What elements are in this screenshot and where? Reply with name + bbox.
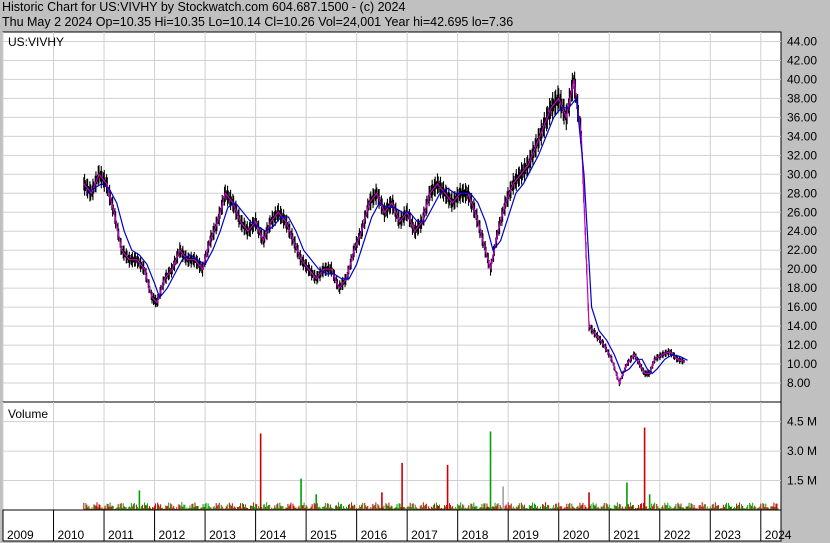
price-y-tick-label: 42.00 [787, 53, 817, 67]
price-y-tick-label: 34.00 [787, 129, 817, 143]
x-tick-label: 2009 [7, 528, 34, 542]
price-y-tick-label: 28.00 [787, 186, 817, 200]
price-y-tick-label: 12.00 [787, 338, 817, 352]
price-panel [2, 31, 782, 403]
volume-y-axis: 4.5 M 3.0 M 1.5 M [787, 415, 817, 488]
x-tick-label: 2015 [310, 528, 337, 542]
x-tick-label: 2022 [664, 528, 691, 542]
price-y-tick-label: 32.00 [787, 148, 817, 162]
x-tick-label: 2012 [159, 528, 186, 542]
price-panel-title: US:VIVHY [8, 35, 64, 49]
price-y-tick-label: 14.00 [787, 319, 817, 333]
x-tick-label: 2010 [58, 528, 85, 542]
x-tick-label: 2014 [260, 528, 287, 542]
price-y-tick-label: 8.00 [787, 376, 811, 390]
price-y-tick-label: 26.00 [787, 205, 817, 219]
x-tick-label: 2024 [765, 528, 792, 542]
price-y-tick-label: 10.00 [787, 357, 817, 371]
x-tick-label: 2019 [512, 528, 539, 542]
price-y-tick-label: 18.00 [787, 281, 817, 295]
x-tick-label: 2021 [613, 528, 640, 542]
price-y-tick-label: 24.00 [787, 224, 817, 238]
x-tick-label: 2018 [462, 528, 489, 542]
price-y-tick-label: 38.00 [787, 91, 817, 105]
price-y-tick-label: 44.00 [787, 34, 817, 48]
price-y-tick-label: 16.00 [787, 300, 817, 314]
x-tick-label: 2016 [361, 528, 388, 542]
stock-chart: 44.00 42.00 40.00 38.00 36.00 34.00 32.00 30.00… [2, 31, 817, 542]
volume-y-tick-label: 1.5 M [787, 474, 817, 488]
x-tick-label: 2020 [563, 528, 590, 542]
x-tick-label: 2011 [108, 528, 134, 542]
price-y-tick-label: 30.00 [787, 167, 817, 181]
x-tick-label: 2017 [411, 528, 438, 542]
volume-panel [2, 401, 782, 511]
price-y-tick-label: 22.00 [787, 243, 817, 257]
volume-y-tick-label: 4.5 M [787, 415, 817, 429]
price-y-axis: 44.00 42.00 40.00 38.00 36.00 34.00 32.00 30.00… [787, 34, 817, 390]
price-y-tick-label: 36.00 [787, 110, 817, 124]
x-tick-label: 2023 [714, 528, 741, 542]
price-y-tick-label: 40.00 [787, 72, 817, 86]
volume-y-tick-label: 3.0 M [787, 444, 817, 458]
price-y-tick-label: 20.00 [787, 262, 817, 276]
x-tick-label: 2013 [209, 528, 236, 542]
volume-panel-title: Volume [8, 407, 48, 421]
